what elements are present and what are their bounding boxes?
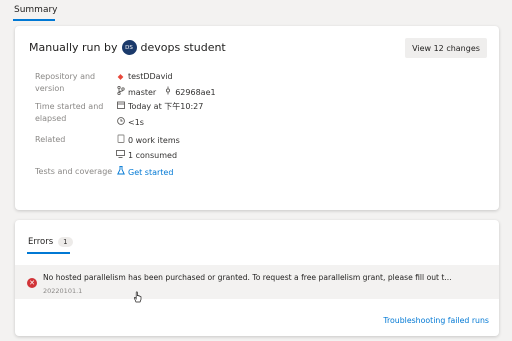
tab-bar: Summary xyxy=(0,0,512,22)
run-title-prefix: Manually run by xyxy=(29,41,118,54)
flask-icon xyxy=(116,166,125,179)
errors-count-badge: 1 xyxy=(58,237,73,247)
error-run-number: 20220101.1 xyxy=(43,287,83,295)
branch-icon xyxy=(116,85,125,99)
errors-card: Errors 1 ✕ No hosted parallelism has bee… xyxy=(15,220,499,336)
run-summary-card: Manually run by DS devops student View 1… xyxy=(15,26,499,210)
tab-summary-underline xyxy=(13,19,55,21)
started-time: Today at 下午10:27 xyxy=(128,102,204,111)
artifact-icon xyxy=(116,150,125,162)
work-items[interactable]: 0 work items xyxy=(128,135,180,147)
view-changes-button[interactable]: View 12 changes xyxy=(405,38,487,58)
error-message: No hosted parallelism has been purchased… xyxy=(43,273,452,282)
cursor-icon xyxy=(134,291,142,303)
error-list-item[interactable]: ✕ No hosted parallelism has been purchas… xyxy=(15,265,499,303)
run-title: Manually run by DS devops student xyxy=(29,40,226,55)
consumed[interactable]: 1 consumed xyxy=(128,150,177,162)
commit-id[interactable]: 62968ae1 xyxy=(175,87,215,99)
tab-summary[interactable]: Summary xyxy=(14,5,58,15)
clock-icon xyxy=(116,117,125,129)
troubleshooting-link[interactable]: Troubleshooting failed runs xyxy=(383,316,489,325)
branch-name[interactable]: master xyxy=(128,87,156,99)
avatar: DS xyxy=(121,40,137,55)
repository-label: Repository and version xyxy=(35,72,96,93)
version-value: master 62968ae1 xyxy=(116,85,216,99)
repo-name[interactable]: testDDavid xyxy=(128,71,173,83)
consumed-value: 1 consumed xyxy=(116,150,177,162)
errors-tab-label: Errors xyxy=(28,237,54,247)
error-icon: ✕ xyxy=(27,278,37,288)
elapsed-time: <1s xyxy=(128,118,144,127)
related-label: Related xyxy=(35,135,66,144)
tests-value: Get started xyxy=(116,166,173,179)
time-label: Time started and elapsed xyxy=(35,102,104,123)
tab-errors[interactable]: Errors 1 xyxy=(28,237,73,247)
commit-icon xyxy=(163,86,172,99)
tests-label: Tests and coverage xyxy=(35,167,113,176)
repo-icon: ◆ xyxy=(117,72,124,81)
errors-tab-underline xyxy=(27,252,70,254)
repository-value: ◆ testDDavid xyxy=(116,71,173,83)
started-value: Today at 下午10:27 xyxy=(116,101,203,113)
calendar-icon xyxy=(116,101,125,113)
work-item-icon xyxy=(116,134,125,147)
get-started-link[interactable]: Get started xyxy=(128,167,173,179)
elapsed-value: <1s xyxy=(116,117,144,129)
run-user[interactable]: devops student xyxy=(141,41,226,54)
work-items-value: 0 work items xyxy=(116,134,180,147)
